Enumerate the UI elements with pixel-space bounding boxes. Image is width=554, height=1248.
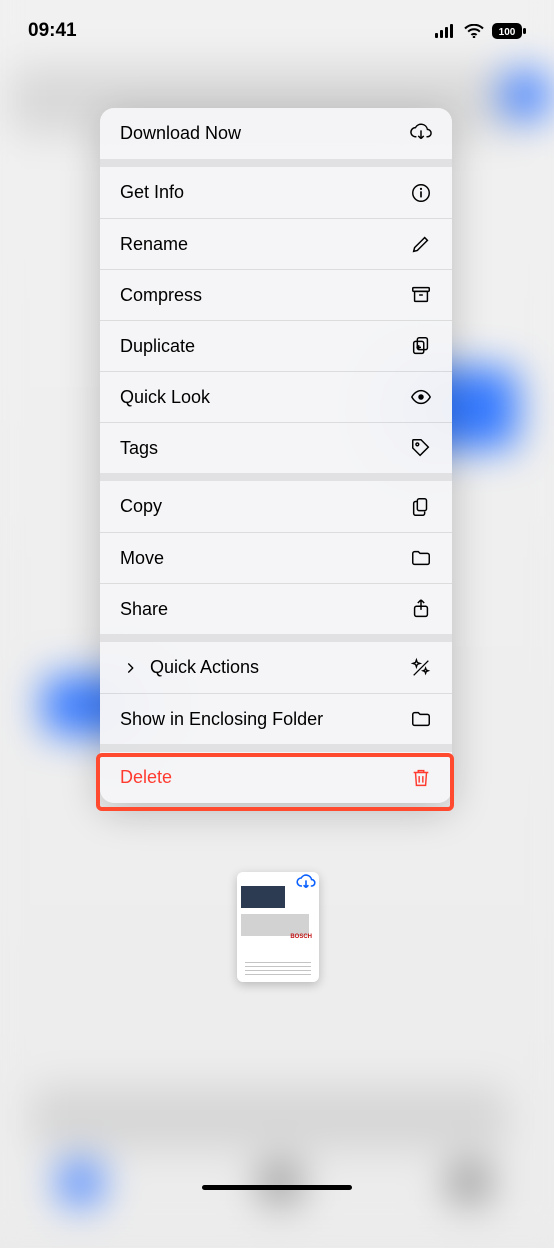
tag-icon — [410, 437, 432, 459]
folder-icon — [410, 708, 432, 730]
chevron-right-icon — [120, 657, 142, 679]
menu-item-compress[interactable]: Compress — [100, 269, 452, 320]
file-preview-thumbnail[interactable]: BOSCH — [237, 872, 319, 982]
info-icon — [410, 182, 432, 204]
menu-item-tags[interactable]: Tags — [100, 422, 452, 473]
menu-item-label: Get Info — [120, 182, 410, 203]
menu-item-move[interactable]: Move — [100, 532, 452, 583]
menu-item-share[interactable]: Share — [100, 583, 452, 634]
cloud-download-icon — [410, 123, 432, 145]
menu-item-label: Quick Actions — [150, 657, 410, 678]
menu-item-label: Move — [120, 548, 410, 569]
eye-icon — [410, 386, 432, 408]
duplicate-icon — [410, 335, 432, 357]
sparkles-icon — [410, 657, 432, 679]
preview-brand: BOSCH — [290, 934, 312, 940]
pencil-icon — [410, 233, 432, 255]
menu-item-label: Tags — [120, 438, 410, 459]
menu-item-label: Share — [120, 599, 410, 620]
cellular-icon — [434, 20, 456, 42]
menu-item-duplicate[interactable]: Duplicate — [100, 320, 452, 371]
menu-item-download[interactable]: Download Now — [100, 108, 452, 159]
menu-item-rename[interactable]: Rename — [100, 218, 452, 269]
menu-item-quicklook[interactable]: Quick Look — [100, 371, 452, 422]
status-time: 09:41 — [28, 20, 77, 42]
status-bar: 09:41 100 — [0, 0, 554, 54]
menu-item-label: Delete — [120, 767, 410, 788]
trash-icon — [410, 767, 432, 789]
copy-icon — [410, 496, 432, 518]
menu-item-label: Show in Enclosing Folder — [120, 709, 410, 730]
menu-item-label: Duplicate — [120, 336, 410, 357]
menu-item-label: Copy — [120, 496, 410, 517]
wifi-icon — [463, 20, 485, 42]
share-icon — [410, 598, 432, 620]
menu-item-enclosing[interactable]: Show in Enclosing Folder — [100, 693, 452, 744]
menu-item-label: Rename — [120, 234, 410, 255]
battery-icon: 100 — [492, 20, 526, 42]
menu-item-getinfo[interactable]: Get Info — [100, 167, 452, 218]
context-menu: Download Now Get Info Rename Compress Duplic… — [100, 108, 452, 803]
menu-item-quickactions[interactable]: Quick Actions — [100, 642, 452, 693]
menu-item-label: Quick Look — [120, 387, 410, 408]
menu-item-delete[interactable]: Delete — [100, 752, 452, 803]
menu-item-label: Download Now — [120, 123, 410, 144]
battery-level: 100 — [499, 27, 516, 38]
menu-item-label: Compress — [120, 285, 410, 306]
menu-item-copy[interactable]: Copy — [100, 481, 452, 532]
archive-icon — [410, 284, 432, 306]
cloud-download-icon — [296, 874, 316, 895]
home-indicator — [202, 1185, 352, 1190]
folder-icon — [410, 547, 432, 569]
